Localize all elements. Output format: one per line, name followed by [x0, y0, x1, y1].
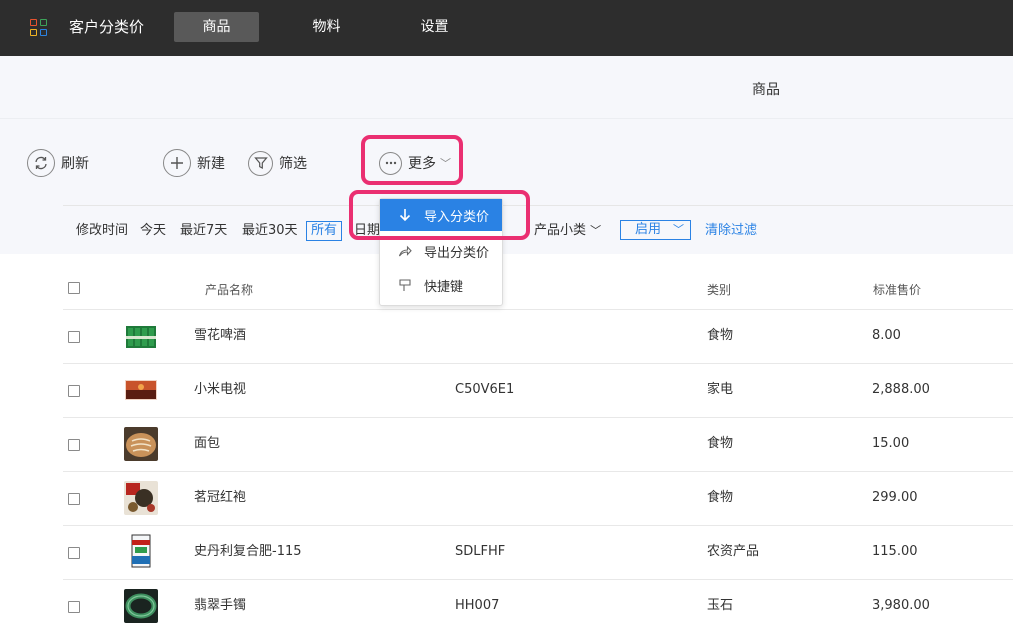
ellipsis-icon: [379, 151, 402, 175]
filter-button[interactable]: 筛选: [248, 149, 307, 177]
bread-thumbnail: [124, 427, 158, 461]
product-category: 食物: [707, 436, 734, 451]
column-header-category[interactable]: 类别: [707, 281, 731, 298]
divider: [63, 579, 1013, 580]
filter-today[interactable]: 今天: [140, 222, 166, 240]
row-checkbox[interactable]: [68, 493, 80, 505]
product-price: 3,980.00: [872, 598, 930, 613]
pin-icon: [399, 279, 411, 291]
funnel-icon: [248, 150, 273, 176]
nav-tab-products[interactable]: 商品: [174, 12, 259, 42]
row-checkbox[interactable]: [68, 439, 80, 451]
filter-last-30-days[interactable]: 最近30天: [242, 222, 298, 240]
refresh-button[interactable]: 刷新: [27, 149, 89, 177]
product-name[interactable]: 翡翠手镯: [194, 597, 246, 615]
menu-item-label: 导出分类价: [424, 245, 490, 261]
product-category: 玉石: [707, 598, 734, 613]
chevron-down-icon: ﹀: [590, 224, 602, 237]
product-name[interactable]: 茗冠红袍: [194, 489, 246, 507]
product-name[interactable]: 雪花啤酒: [194, 327, 246, 345]
menu-item-export-price[interactable]: 导出分类价: [380, 235, 502, 267]
product-price: 115.00: [872, 544, 918, 559]
clear-filters-link[interactable]: 清除过滤: [705, 222, 757, 240]
beer-cans-thumbnail: [124, 320, 158, 354]
nav-tab-materials[interactable]: 物料: [284, 12, 369, 42]
chevron-down-icon: ﹀: [440, 157, 451, 170]
more-dropdown-menu: 导入分类价 导出分类价 快捷键: [379, 198, 503, 306]
fertilizer-bag-thumbnail: [124, 534, 158, 568]
divider: [63, 309, 1013, 310]
product-code: SDLFHF: [455, 544, 506, 559]
menu-item-shortcuts[interactable]: 快捷键: [380, 269, 502, 301]
product-code: HH007: [455, 598, 500, 613]
divider: [63, 471, 1013, 472]
product-category: 食物: [707, 490, 734, 505]
product-name[interactable]: 小米电视: [194, 381, 246, 399]
status-select[interactable]: 启用 ﹀: [620, 220, 691, 240]
product-name[interactable]: 史丹利复合肥-115: [194, 543, 302, 561]
page-title: 商品: [752, 82, 780, 98]
product-price: 299.00: [872, 490, 918, 505]
new-button[interactable]: 新建: [163, 149, 225, 177]
row-checkbox[interactable]: [68, 331, 80, 343]
tea-thumbnail: [124, 481, 158, 515]
product-name[interactable]: 面包: [194, 435, 220, 453]
product-price: 15.00: [872, 436, 910, 451]
more-button[interactable]: 更多 ﹀: [379, 149, 451, 177]
divider: [63, 417, 1013, 418]
filter-sub-category[interactable]: 产品小类 ﹀: [534, 222, 601, 240]
row-checkbox[interactable]: [68, 547, 80, 559]
filter-date[interactable]: 日期: [354, 222, 380, 240]
product-code: C50V6E1: [455, 382, 515, 397]
new-label: 新建: [197, 156, 225, 172]
page-header: 商品: [0, 56, 1013, 119]
refresh-label: 刷新: [61, 156, 89, 172]
product-price: 2,888.00: [872, 382, 930, 397]
menu-item-label: 导入分类价: [424, 209, 490, 225]
share-arrow-icon: [398, 245, 412, 257]
jade-bracelet-thumbnail: [124, 589, 158, 623]
status-value: 启用: [635, 222, 662, 237]
menu-item-import-price[interactable]: 导入分类价: [380, 199, 502, 231]
filter-last-7-days[interactable]: 最近7天: [180, 222, 227, 240]
product-category: 家电: [707, 382, 734, 397]
column-header-price[interactable]: 标准售价: [873, 281, 921, 298]
row-checkbox[interactable]: [68, 601, 80, 613]
plus-icon: [163, 149, 191, 177]
more-label: 更多: [408, 156, 436, 172]
app-title: 客户分类价: [69, 18, 145, 36]
filter-all[interactable]: 所有: [306, 221, 343, 241]
filter-label: 筛选: [279, 156, 307, 172]
product-category: 农资产品: [707, 544, 760, 559]
tv-thumbnail: [124, 374, 158, 408]
refresh-icon: [27, 149, 55, 177]
product-price: 8.00: [872, 328, 901, 343]
select-all-checkbox[interactable]: [68, 282, 80, 294]
divider: [63, 525, 1013, 526]
divider: [63, 363, 1013, 364]
app-grid-icon[interactable]: [30, 19, 47, 36]
column-header-name[interactable]: 产品名称: [205, 281, 253, 298]
sub-category-label: 产品小类: [534, 223, 587, 238]
menu-item-label: 快捷键: [424, 279, 464, 295]
row-checkbox[interactable]: [68, 385, 80, 397]
divider: [63, 205, 1013, 206]
product-category: 食物: [707, 328, 734, 343]
arrow-down-icon: [399, 209, 411, 222]
nav-tab-settings[interactable]: 设置: [392, 12, 477, 42]
modified-time-label: 修改时间: [76, 223, 129, 238]
top-bar: 客户分类价 商品 物料 设置: [0, 0, 1013, 56]
chevron-down-icon: ﹀: [673, 223, 684, 236]
